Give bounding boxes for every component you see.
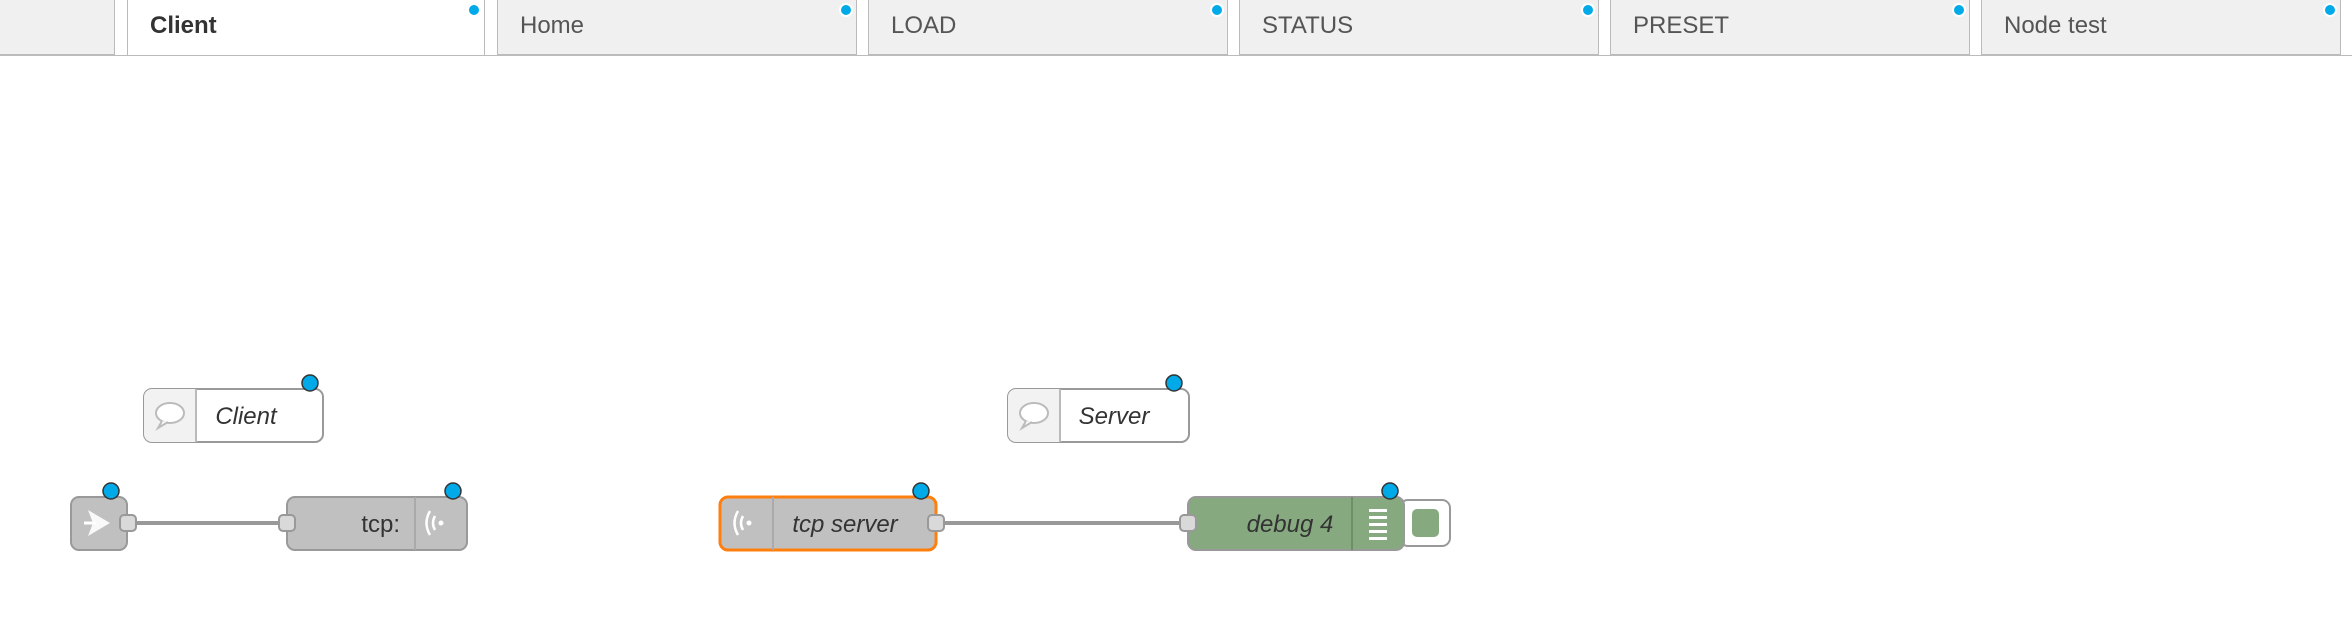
flow-canvas[interactable]: Client Server tcp: tcp server debug 4 — [0, 56, 2352, 620]
changed-indicator-icon — [467, 3, 481, 17]
tab-label: LOAD — [891, 12, 957, 39]
changed-indicator-icon — [102, 482, 120, 500]
changed-indicator-icon — [1581, 3, 1595, 17]
changed-indicator-icon — [1952, 3, 1966, 17]
tab-hidden[interactable] — [0, 0, 115, 55]
tab-load[interactable]: LOAD — [868, 0, 1228, 55]
changed-indicator-icon — [301, 374, 319, 392]
changed-indicator-icon — [2323, 3, 2337, 17]
changed-indicator-icon — [912, 482, 930, 500]
tab-preset[interactable]: PRESET — [1610, 0, 1970, 55]
tab-label: Node test — [2004, 12, 2107, 39]
tcp-server-node[interactable]: tcp server — [718, 482, 945, 552]
node-label: tcp: — [361, 511, 400, 538]
changed-indicator-icon — [839, 3, 853, 17]
comment-node-client[interactable]: Client — [143, 374, 324, 443]
tab-label: STATUS — [1262, 12, 1354, 39]
tab-home[interactable]: Home — [497, 0, 857, 55]
changed-indicator-icon — [1381, 482, 1399, 500]
changed-indicator-icon — [1210, 3, 1224, 17]
output-port[interactable] — [927, 514, 945, 532]
node-label: tcp server — [792, 511, 898, 538]
workspace-tab-bar: Client Home LOAD STATUS PRESET Node test — [0, 0, 2352, 56]
changed-indicator-icon — [1165, 374, 1183, 392]
input-port[interactable] — [1179, 514, 1197, 532]
tab-status[interactable]: STATUS — [1239, 0, 1599, 55]
tab-label: Home — [520, 12, 585, 39]
tab-node-test[interactable]: Node test — [1981, 0, 2341, 55]
tab-label: Client — [150, 12, 217, 39]
node-label: debug 4 — [1247, 511, 1334, 538]
inject-node[interactable] — [70, 482, 137, 551]
comment-node-server[interactable]: Server — [1007, 374, 1190, 443]
debug-node[interactable]: debug 4 — [1179, 482, 1451, 551]
comment-label: Client — [215, 403, 278, 430]
output-port[interactable] — [119, 514, 137, 532]
tab-label: PRESET — [1633, 12, 1730, 39]
tab-client[interactable]: Client — [127, 0, 485, 56]
input-port[interactable] — [278, 514, 296, 532]
changed-indicator-icon — [444, 482, 462, 500]
comment-label: Server — [1079, 403, 1151, 430]
tcp-out-node[interactable]: tcp: — [278, 482, 468, 551]
